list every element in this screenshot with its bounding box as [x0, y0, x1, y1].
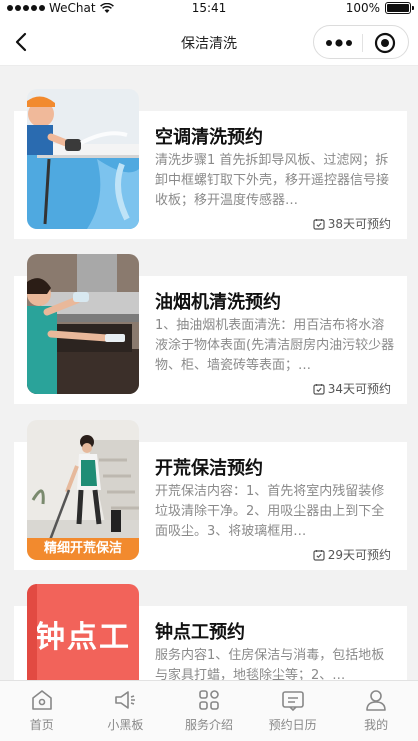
- status-right: 100%: [345, 1, 414, 15]
- more-dots-icon[interactable]: [325, 37, 353, 49]
- capsule-divider: [362, 34, 363, 52]
- service-title: 空调清洗预约: [155, 127, 263, 148]
- availability-text: 29天可预约: [327, 548, 391, 562]
- image-decor: [27, 584, 37, 680]
- grid-icon: [199, 690, 219, 710]
- menu-capsule: [313, 25, 409, 59]
- user-icon: [366, 690, 386, 711]
- tab-calendar[interactable]: 预约日历: [251, 681, 335, 741]
- battery-icon: [385, 2, 414, 14]
- service-title: 油烟机清洗预约: [155, 292, 281, 313]
- availability-badge: 34天可预约: [313, 380, 391, 397]
- tab-label: 预约日历: [268, 718, 317, 732]
- availability-text: 38天可预约: [327, 217, 391, 231]
- service-description: 服务内容1、住房保洁与消毒，包括地板与家具打蜡，地毯除尘等；2、…: [155, 648, 385, 680]
- nav-bar: 保洁清洗: [0, 18, 418, 66]
- service-card-move-in-cleaning[interactable]: 精细开荒保洁 开荒保洁预约 开荒保洁内容：1、首先将室内残留装修垃圾清除干净。2…: [14, 420, 407, 570]
- aircon-cleaning-image: [27, 89, 139, 229]
- move-in-cleaning-image: 精细开荒保洁: [27, 420, 139, 560]
- battery-percent: 100%: [345, 1, 380, 15]
- tab-label: 服务介绍: [184, 718, 233, 732]
- availability-text: 34天可预约: [327, 382, 391, 396]
- availability-badge: 29天可预约: [313, 546, 391, 563]
- image-caption-banner: 精细开荒保洁: [43, 541, 122, 556]
- hourly-worker-image: 钟点工: [27, 584, 139, 680]
- tab-home[interactable]: 首页: [0, 681, 84, 741]
- close-target-icon[interactable]: [374, 32, 396, 54]
- service-title: 钟点工预约: [155, 622, 245, 643]
- tab-label: 我的: [364, 718, 389, 732]
- tab-mine[interactable]: 我的: [334, 681, 418, 741]
- service-list: 空调清洗预约 清洗步骤1 首先拆卸导风板、过滤网；拆卸中框螺钉取下外壳，移开遥控…: [0, 66, 418, 680]
- home-icon: [31, 690, 52, 710]
- range-hood-cleaning-image: [27, 254, 139, 394]
- calendar-check-icon: [313, 549, 325, 561]
- tab-bar: 首页 小黑板 服务介绍 预约日历 我的: [0, 680, 418, 741]
- tab-blackboard[interactable]: 小黑板: [84, 681, 168, 741]
- calendar-chat-icon: [281, 691, 304, 712]
- service-card-range-hood[interactable]: 油烟机清洗预约 1、抽油烟机表面清洗：用百洁布将水溶液涂于物体表面(先清洁厨房内…: [14, 254, 407, 404]
- tab-label: 首页: [29, 718, 54, 732]
- calendar-check-icon: [313, 383, 325, 395]
- tab-services[interactable]: 服务介绍: [167, 681, 251, 741]
- image-caption-text: 钟点工: [35, 620, 131, 655]
- status-bar: WeChat 15:41 100%: [0, 0, 418, 18]
- service-card-hourly-worker[interactable]: 钟点工 钟点工预约 服务内容1、住房保洁与消毒，包括地板与家具打蜡，地毯除尘等；…: [14, 584, 407, 680]
- service-description: 开荒保洁内容：1、首先将室内残留装修垃圾清除干净。2、用吸尘器由上到下全面吸尘。…: [155, 484, 385, 539]
- service-card-aircon[interactable]: 空调清洗预约 清洗步骤1 首先拆卸导风板、过滤网；拆卸中框螺钉取下外壳，移开遥控…: [14, 89, 407, 239]
- service-title: 开荒保洁预约: [155, 458, 263, 479]
- availability-badge: 38天可预约: [313, 215, 391, 232]
- service-description: 1、抽油烟机表面清洗：用百洁布将水溶液涂于物体表面(先清洁厨房内油污较少器物、柜…: [155, 318, 395, 373]
- calendar-check-icon: [313, 218, 325, 230]
- megaphone-icon: [115, 691, 136, 709]
- tab-label: 小黑板: [107, 718, 144, 732]
- service-description: 清洗步骤1 首先拆卸导风板、过滤网；拆卸中框螺钉取下外壳，移开遥控器信号接收板；…: [155, 153, 390, 208]
